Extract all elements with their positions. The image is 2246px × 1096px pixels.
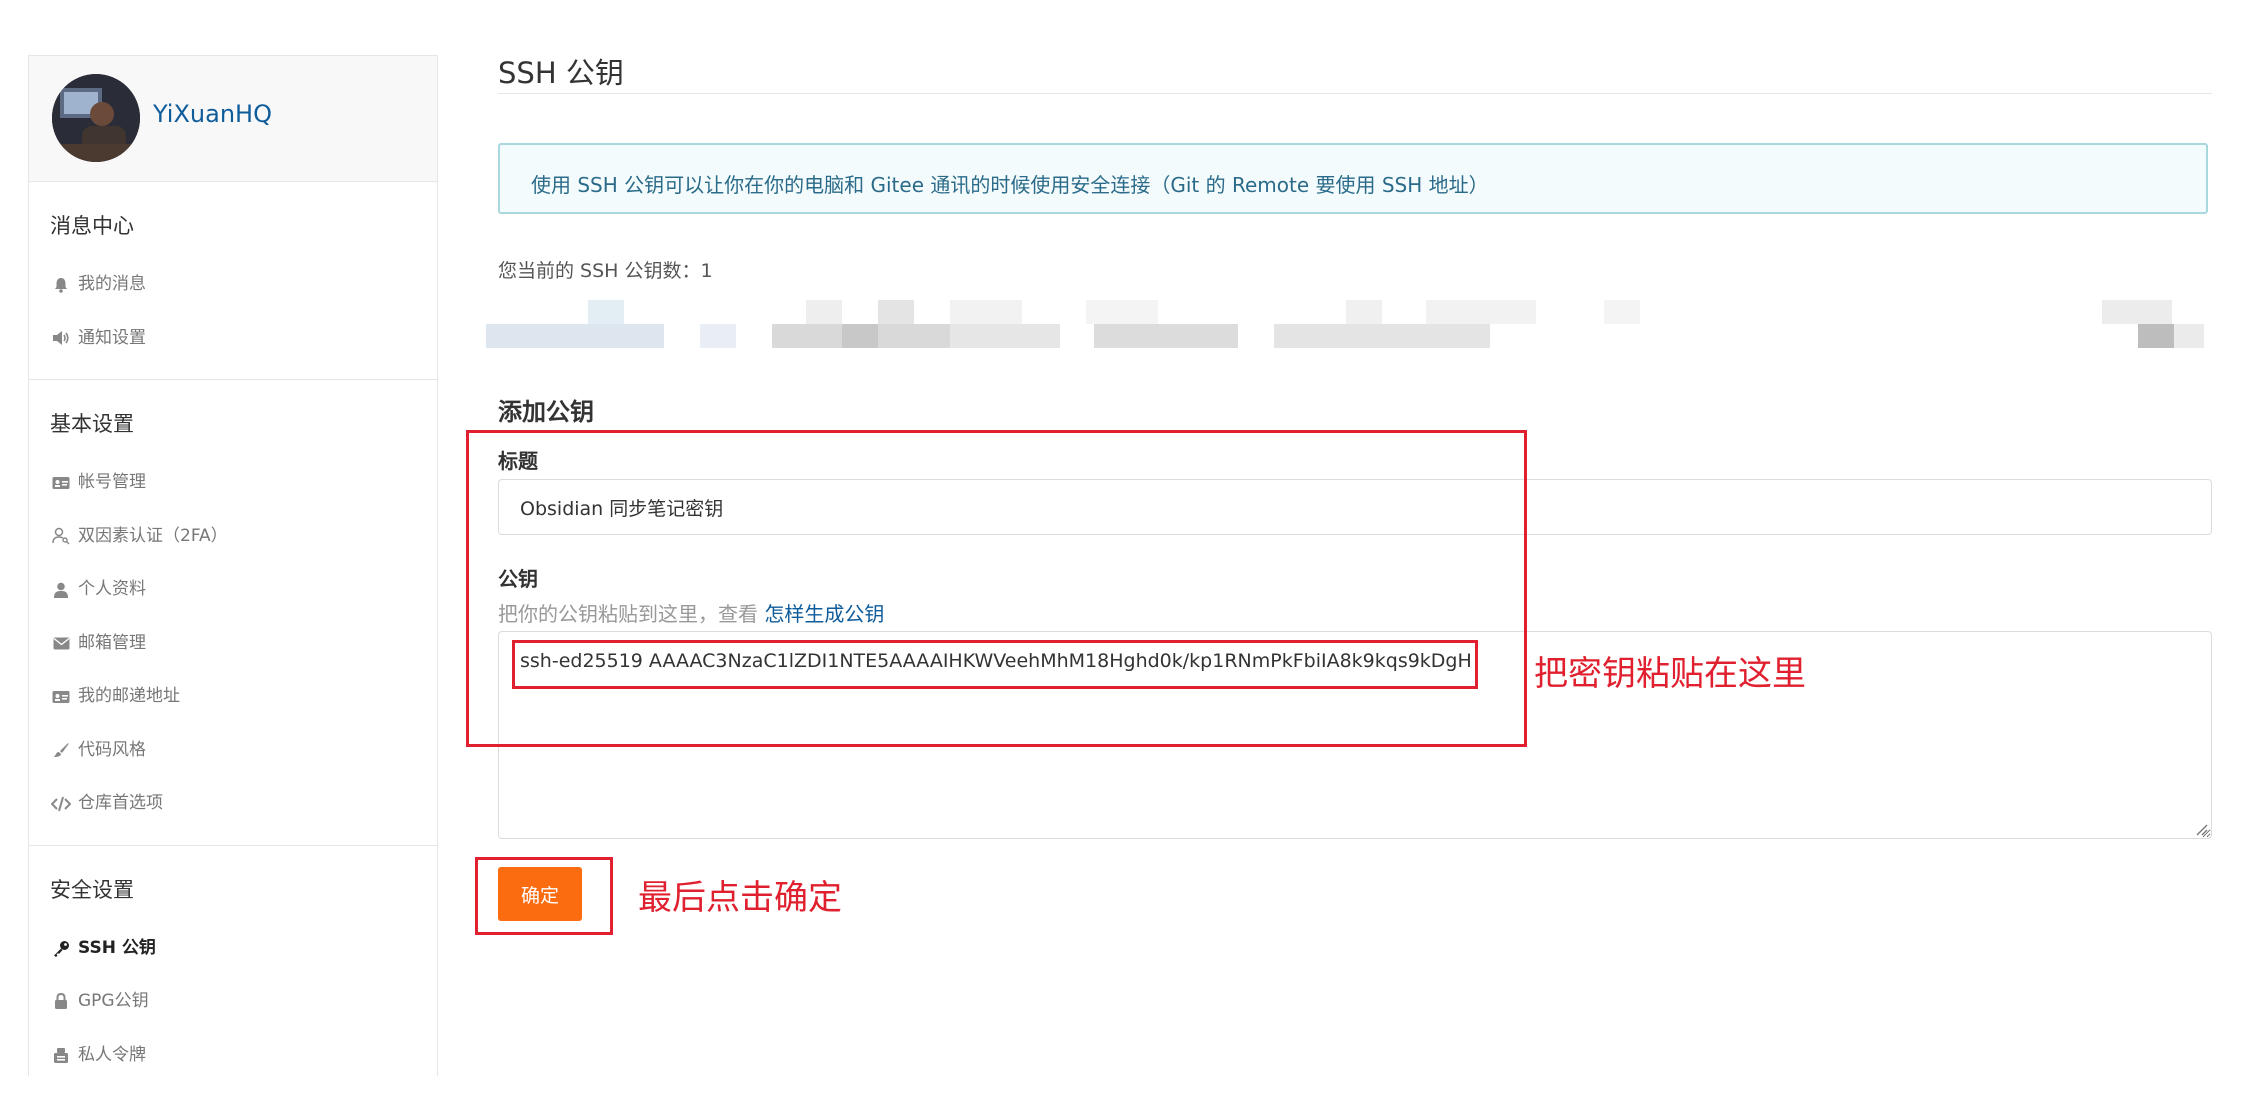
avatar[interactable] (52, 74, 140, 162)
annotation-confirm-note: 最后点击确定 (638, 870, 842, 919)
ssh-key-count-label: 您当前的 SSH 公钥数： (498, 260, 701, 282)
annotation-key-box (512, 640, 1478, 689)
sidebar-item-label: 双因素认证（2FA） (78, 510, 228, 564)
user-icon (50, 580, 72, 600)
sidebar-item-private-tokens[interactable]: 私人令牌 (29, 1029, 437, 1083)
sidebar-heading-security: 安全设置 (29, 856, 437, 922)
profile-header: YiXuanHQ (29, 56, 437, 182)
sidebar-item-gpg-keys[interactable]: GPG公钥 (29, 975, 437, 1029)
sidebar-item-code-style[interactable]: 代码风格 (29, 724, 437, 778)
title-divider (498, 93, 2212, 94)
sidebar-item-label: 仓库首选项 (78, 777, 163, 831)
ssh-key-count: 您当前的 SSH 公钥数：1 (498, 256, 713, 283)
brush-icon (50, 740, 72, 760)
sidebar-item-profile[interactable]: 个人资料 (29, 563, 437, 617)
sidebar-item-repo-preferences[interactable]: 仓库首选项 (29, 777, 437, 831)
address-card-icon (50, 687, 72, 707)
sidebar-item-label: 我的邮递地址 (78, 670, 180, 724)
page-title: SSH 公钥 (498, 50, 624, 92)
user-key-icon (50, 526, 72, 546)
key-icon (50, 938, 72, 958)
sidebar-item-account[interactable]: 帐号管理 (29, 456, 437, 510)
sidebar-item-label: 我的消息 (78, 258, 146, 312)
sidebar-section-security: 安全设置 SSH 公钥 GPG公钥 私人令牌 (29, 846, 437, 1096)
settings-sidebar: YiXuanHQ 消息中心 我的消息 通知设置 基本设置 帐号管理 (28, 55, 438, 1076)
id-card-icon (50, 473, 72, 493)
sidebar-item-label: 私人令牌 (78, 1029, 146, 1083)
sidebar-item-label: SSH 公钥 (78, 922, 156, 976)
info-alert-text: 使用 SSH 公钥可以让你在你的电脑和 Gitee 通讯的时候使用安全连接（Gi… (531, 169, 1489, 198)
redacted-ssh-key-row (486, 300, 2216, 348)
speaker-icon (50, 328, 72, 348)
sidebar-heading-basic: 基本设置 (29, 390, 437, 456)
sidebar-item-my-messages[interactable]: 我的消息 (29, 258, 437, 312)
username[interactable]: YiXuanHQ (153, 100, 272, 128)
envelope-icon (50, 633, 72, 653)
sidebar-item-label: 帐号管理 (78, 456, 146, 510)
sidebar-item-ssh-keys[interactable]: SSH 公钥 (29, 922, 437, 976)
sidebar-item-notification-settings[interactable]: 通知设置 (29, 312, 437, 366)
code-icon (50, 794, 72, 814)
sidebar-section-messages: 消息中心 我的消息 通知设置 (29, 182, 437, 380)
annotation-form-box (466, 430, 1527, 747)
info-alert: 使用 SSH 公钥可以让你在你的电脑和 Gitee 通讯的时候使用安全连接（Gi… (498, 143, 2208, 214)
sidebar-item-address[interactable]: 我的邮递地址 (29, 670, 437, 724)
add-key-heading: 添加公钥 (498, 392, 594, 427)
annotation-confirm-box (475, 857, 613, 935)
sidebar-item-label: GPG公钥 (78, 975, 149, 1029)
sidebar-item-email[interactable]: 邮箱管理 (29, 617, 437, 671)
bell-icon (50, 275, 72, 295)
resize-grip-icon[interactable] (2195, 823, 2208, 836)
sidebar-item-label: 邮箱管理 (78, 617, 146, 671)
sidebar-heading-messages: 消息中心 (29, 192, 437, 258)
sidebar-section-basic: 基本设置 帐号管理 双因素认证（2FA） 个人资料 邮箱管理 (29, 380, 437, 846)
token-icon (50, 1045, 72, 1065)
annotation-paste-note: 把密钥粘贴在这里 (1534, 646, 1806, 695)
lock-icon (50, 992, 72, 1012)
sidebar-item-label: 代码风格 (78, 724, 146, 778)
sidebar-item-label: 通知设置 (78, 312, 146, 366)
ssh-key-count-value: 1 (701, 260, 713, 282)
sidebar-item-label: 个人资料 (78, 563, 146, 617)
sidebar-item-2fa[interactable]: 双因素认证（2FA） (29, 510, 437, 564)
